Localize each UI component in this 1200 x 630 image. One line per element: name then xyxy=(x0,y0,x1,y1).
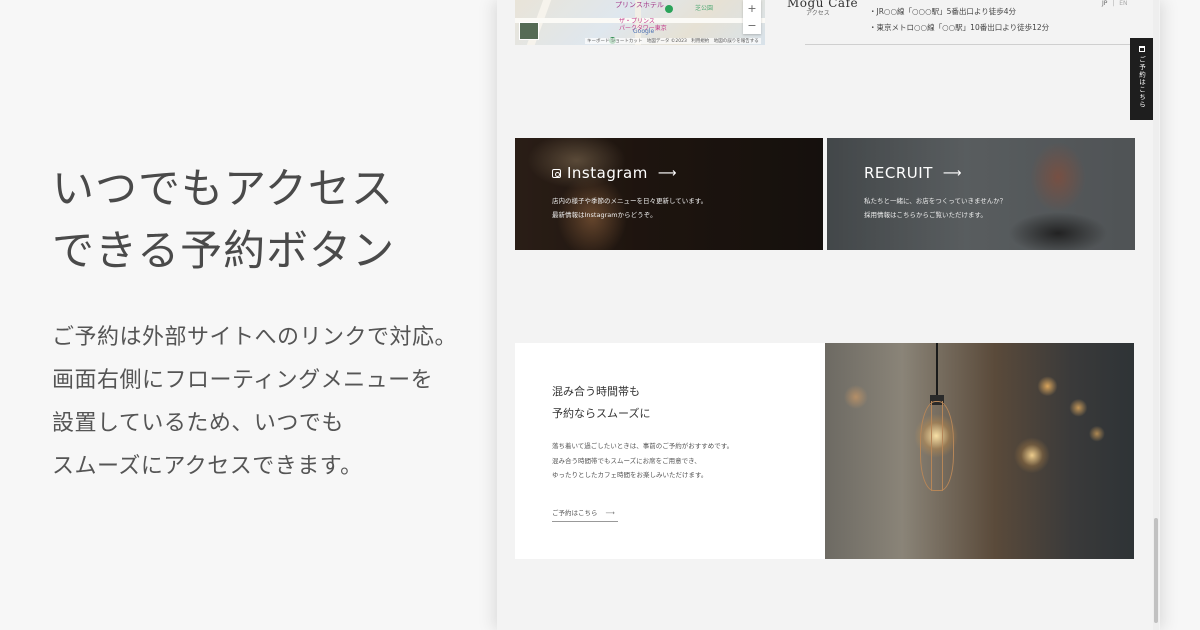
map-attribution[interactable]: キーボード ショートカット 地図データ ©2023 利用規約 地図の誤りを報告す… xyxy=(585,38,761,44)
promo-heading-line-1: いつでもアクセス xyxy=(52,164,394,213)
arrow-right-icon: ⟶ xyxy=(605,509,615,517)
recruit-card[interactable]: RECRUIT ⟶ 私たちと一緒に、お店をつくっていきませんか？ 採用情報はこち… xyxy=(827,138,1135,250)
arrow-right-icon: ⟶ xyxy=(657,165,677,181)
instagram-card-text: 店内の様子や季節のメニューを日々更新しています。 最新情報はInstagramか… xyxy=(552,194,707,222)
promo-heading-line-2: できる予約ボタン xyxy=(52,226,396,275)
lang-en[interactable]: EN xyxy=(1119,0,1127,7)
scrollbar[interactable] xyxy=(1153,0,1159,630)
feature-title: 混み合う時間帯も 予約ならスムーズに xyxy=(552,381,733,425)
feature-desc-line: 落ち着いて過ごしたいときは、事前のご予約がおすすめです。 xyxy=(552,442,734,450)
map-label: プリンスホテル xyxy=(615,1,664,9)
google-logo: Google xyxy=(633,28,655,35)
access-label: アクセス xyxy=(806,10,830,17)
lang-separator: | xyxy=(1112,0,1115,7)
card-text-line: 私たちと一緒に、お店をつくっていきませんか？ xyxy=(864,197,1007,205)
card-text-line: 最新情報はInstagramからどうぞ。 xyxy=(552,211,657,219)
instagram-card-content: Instagram ⟶ 店内の様子や季節のメニューを日々更新しています。 最新情… xyxy=(552,164,707,222)
language-switcher: JP | EN xyxy=(1102,0,1128,7)
instagram-title-text: Instagram xyxy=(567,164,648,182)
map-pin-icon[interactable] xyxy=(665,5,673,13)
calendar-icon xyxy=(1138,46,1145,52)
instagram-card-title: Instagram ⟶ xyxy=(552,164,707,182)
zoom-in-button[interactable]: + xyxy=(747,2,756,15)
pendant-lamp-photo xyxy=(825,343,1134,559)
divider xyxy=(805,44,1145,45)
instagram-icon xyxy=(552,168,561,178)
feature-desc-line: 混み合う時間帯でもスムーズにお席をご用意でき、 xyxy=(552,456,701,465)
arrow-right-icon: ⟶ xyxy=(942,165,963,181)
floating-reserve-label: ご予約はこちら xyxy=(1137,56,1146,109)
reservation-feature: 混み合う時間帯も 予約ならスムーズに 落ち着いて過ごしたいときは、事前のご予約が… xyxy=(515,343,1134,559)
promo-body: ご予約は外部サイトへのリンクで対応。 画面右側にフローティングメニューを 設置し… xyxy=(52,316,492,488)
promo-body-line: スムーズにアクセスできます。 xyxy=(52,454,363,479)
instagram-card[interactable]: Instagram ⟶ 店内の様子や季節のメニューを日々更新しています。 最新情… xyxy=(515,138,823,250)
promo-body-line: 設置しているため、いつでも xyxy=(52,411,344,436)
promo-section: いつでもアクセス できる予約ボタン ご予約は外部サイトへのリンクで対応。 画面右… xyxy=(52,158,492,488)
access-line: ・JR○○線「○○○駅」5番出口より徒歩4分 xyxy=(869,7,1017,16)
google-map[interactable]: プリンスホテル ザ・プリンス パークタワー東京 芝公園 Google + − キ… xyxy=(515,0,765,45)
recruit-card-title: RECRUIT ⟶ xyxy=(864,164,1006,182)
feature-text: 混み合う時間帯も 予約ならスムーズに 落ち着いて過ごしたいときは、事前のご予約が… xyxy=(552,381,733,483)
zoom-out-button[interactable]: − xyxy=(747,19,756,32)
card-text-line: 採用情報はこちらからご覧いただけます。 xyxy=(864,211,987,219)
feature-title-line: 予約ならスムーズに xyxy=(552,407,651,420)
feature-title-line: 混み合う時間帯も xyxy=(552,385,640,398)
card-text-line: 店内の様子や季節のメニューを日々更新しています。 xyxy=(552,197,708,205)
floating-reserve-button[interactable]: ご予約はこちら xyxy=(1130,38,1153,120)
recruit-card-content: RECRUIT ⟶ 私たちと一緒に、お店をつくっていきませんか？ 採用情報はこち… xyxy=(864,164,1006,222)
recruit-card-text: 私たちと一緒に、お店をつくっていきませんか？ 採用情報はこちらからご覧いただけま… xyxy=(864,194,1006,222)
map-zoom-control: + − xyxy=(743,0,761,34)
lamp-cage xyxy=(931,401,944,491)
site-preview: プリンスホテル ザ・プリンス パークタワー東京 芝公園 Google + − キ… xyxy=(497,0,1160,630)
recruit-title-text: RECRUIT xyxy=(864,164,933,182)
promo-heading: いつでもアクセス できる予約ボタン xyxy=(52,158,492,282)
lamp-wire xyxy=(936,343,939,403)
scrollbar-thumb[interactable] xyxy=(1154,518,1158,623)
map-label: 芝公園 xyxy=(695,5,714,12)
reserve-link-text: ご予約はこちら xyxy=(552,509,598,517)
lang-jp[interactable]: JP xyxy=(1102,0,1107,7)
feature-desc-line: ゆったりとしたカフェ時間をお楽しみいただけます。 xyxy=(552,471,708,479)
reserve-link[interactable]: ご予約はこちら ⟶ xyxy=(552,507,618,522)
map-satellite-toggle[interactable] xyxy=(519,22,539,40)
access-line: ・東京メトロ○○線「○○駅」10番出口より徒歩12分 xyxy=(869,23,1050,32)
feature-description: 落ち着いて過ごしたいときは、事前のご予約がおすすめです。 混み合う時間帯でもスム… xyxy=(552,439,733,483)
promo-body-line: 画面右側にフローティングメニューを xyxy=(52,368,434,393)
promo-body-line: ご予約は外部サイトへのリンクで対応。 xyxy=(52,325,458,350)
